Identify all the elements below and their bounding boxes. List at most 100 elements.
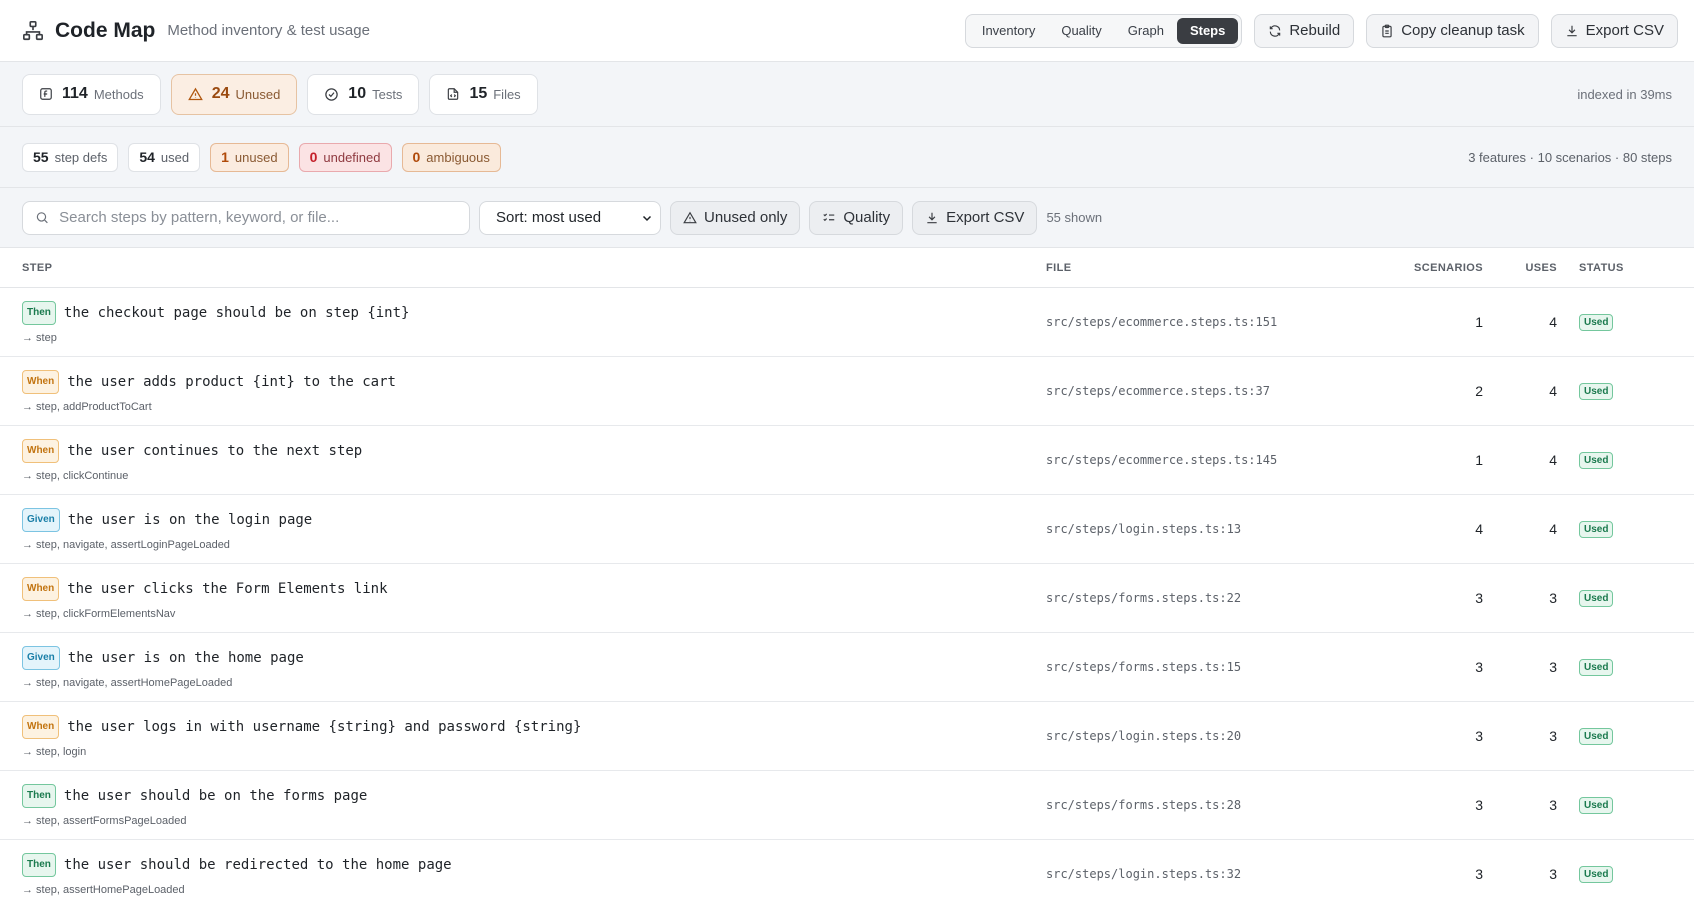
chip-undefined[interactable]: 0 undefined [298, 142, 392, 172]
index-time: indexed in 39ms [1577, 86, 1672, 102]
sort-value: Sort: most used [496, 209, 602, 226]
table-row[interactable]: When the user adds product {int} to the c… [0, 357, 1694, 426]
stat-tests[interactable]: 10 Tests [307, 73, 420, 115]
chip-ambiguous[interactable]: 0 ambiguous [401, 142, 501, 172]
tests-label: Tests [372, 86, 403, 102]
table-row[interactable]: Then the user should be on the forms page… [0, 771, 1694, 840]
step-scenarios: 3 [1475, 659, 1483, 675]
status-badge: Used [1579, 383, 1614, 400]
steps-unused-label: unused [234, 149, 278, 165]
step-scenarios: 3 [1475, 866, 1483, 882]
steps-summary: 55 step defs 54 used 1 unused 0 undefine… [0, 127, 1694, 188]
status-badge: Used [1579, 728, 1614, 745]
toolbar-export-csv-label: Export CSV [946, 209, 1025, 226]
download-icon [927, 212, 937, 223]
search-icon [36, 212, 48, 224]
steps-unused-count: 1 [221, 149, 229, 165]
file-code-icon [448, 88, 459, 100]
step-calls: → step, assertFormsPageLoaded [22, 814, 187, 827]
step-calls: → step [22, 331, 57, 344]
app-header: Code Map Method inventory & test usage I… [0, 0, 1694, 62]
step-defs-label: step defs [54, 149, 108, 165]
step-file[interactable]: src/steps/login.steps.ts:32 [1046, 867, 1391, 881]
unused-only-button[interactable]: Unused only [670, 200, 801, 235]
keyword-badge: When [22, 576, 60, 601]
keyword-badge: When [22, 369, 60, 394]
step-uses: 3 [1549, 866, 1557, 882]
status-badge: Used [1579, 590, 1614, 607]
step-uses: 4 [1549, 452, 1557, 468]
export-csv-button[interactable]: Export CSV [1550, 13, 1678, 48]
header-status[interactable]: STATUS [1557, 262, 1624, 274]
step-uses: 4 [1549, 521, 1557, 537]
tab-graph[interactable]: Graph [1115, 18, 1177, 44]
quality-label: Quality [843, 209, 891, 226]
step-file[interactable]: src/steps/forms.steps.ts:28 [1046, 798, 1391, 812]
header-uses[interactable]: USES [1483, 262, 1557, 274]
chip-step-defs[interactable]: 55 step defs [22, 142, 119, 172]
methods-count: 114 [62, 85, 88, 102]
sort-select[interactable]: Sort: most used [479, 200, 661, 235]
stat-files[interactable]: 15 Files [429, 73, 538, 115]
header-file[interactable]: FILE [1046, 262, 1391, 274]
toolbar-export-csv-button[interactable]: Export CSV [912, 200, 1038, 235]
step-scenarios: 1 [1475, 452, 1483, 468]
check-circle-icon [325, 87, 339, 101]
used-label: used [160, 149, 190, 165]
keyword-badge: Then [22, 300, 56, 325]
unused-count: 24 [211, 85, 230, 102]
header-scenarios[interactable]: SCENARIOS [1391, 262, 1483, 274]
step-file[interactable]: src/steps/ecommerce.steps.ts:145 [1046, 453, 1391, 467]
tab-inventory[interactable]: Inventory [969, 18, 1048, 44]
download-icon [1566, 25, 1577, 36]
step-file[interactable]: src/steps/ecommerce.steps.ts:37 [1046, 384, 1391, 398]
table-row[interactable]: Then the user should be redirected to the… [0, 840, 1694, 898]
methods-label: Methods [93, 86, 144, 102]
sitemap-icon [23, 20, 43, 40]
step-file[interactable]: src/steps/forms.steps.ts:15 [1046, 660, 1391, 674]
search-input[interactable] [59, 209, 457, 226]
step-calls: → step, clickFormElementsNav [22, 607, 176, 620]
quality-button[interactable]: Quality [809, 200, 904, 235]
clipboard-icon [1382, 24, 1392, 37]
step-file[interactable]: src/steps/login.steps.ts:13 [1046, 522, 1391, 536]
files-label: Files [493, 86, 521, 102]
step-calls: → step, login [22, 745, 87, 758]
table-row[interactable]: When the user clicks the Form Elements li… [0, 564, 1694, 633]
app-title: Code Map [55, 18, 156, 42]
step-calls: → step, navigate, assertHomePageLoaded [22, 676, 233, 689]
unused-label: Unused [235, 86, 281, 102]
chevron-down-icon [642, 215, 652, 221]
stat-unused[interactable]: 24 Unused [170, 73, 298, 115]
chip-unused[interactable]: 1 unused [210, 142, 289, 172]
rebuild-button[interactable]: Rebuild [1254, 13, 1355, 48]
unused-only-label: Unused only [704, 209, 788, 226]
step-file[interactable]: src/steps/ecommerce.steps.ts:151 [1046, 315, 1391, 329]
step-uses: 3 [1549, 659, 1557, 675]
undefined-count: 0 [309, 149, 318, 165]
search-box [22, 200, 470, 235]
tab-steps[interactable]: Steps [1176, 17, 1239, 44]
step-pattern: the user clicks the Form Elements link [67, 580, 388, 597]
steps-totals: 3 features · 10 scenarios · 80 steps [1468, 149, 1672, 165]
step-file[interactable]: src/steps/login.steps.ts:20 [1046, 729, 1391, 743]
chip-used[interactable]: 54 used [128, 142, 201, 172]
tests-count: 10 [348, 85, 367, 102]
step-scenarios: 2 [1475, 383, 1483, 399]
header-step[interactable]: STEP [0, 262, 1046, 274]
keyword-badge: Then [22, 783, 56, 808]
step-pattern: the user is on the home page [67, 649, 304, 666]
table-row[interactable]: Then the checkout page should be on step … [0, 288, 1694, 357]
view-tabs: Inventory Quality Graph Steps [964, 13, 1243, 48]
table-row[interactable]: Given the user is on the home page → step… [0, 633, 1694, 702]
tab-quality[interactable]: Quality [1048, 18, 1114, 44]
step-pattern: the checkout page should be on step {int… [63, 304, 410, 321]
ambiguous-label: ambiguous [426, 149, 490, 165]
step-file[interactable]: src/steps/forms.steps.ts:22 [1046, 591, 1391, 605]
step-uses: 3 [1549, 728, 1557, 744]
table-row[interactable]: When the user logs in with username {stri… [0, 702, 1694, 771]
table-row[interactable]: Given the user is on the login page → ste… [0, 495, 1694, 564]
stat-methods[interactable]: 114 Methods [22, 73, 161, 115]
copy-cleanup-button[interactable]: Copy cleanup task [1366, 13, 1539, 48]
table-row[interactable]: When the user continues to the next step … [0, 426, 1694, 495]
